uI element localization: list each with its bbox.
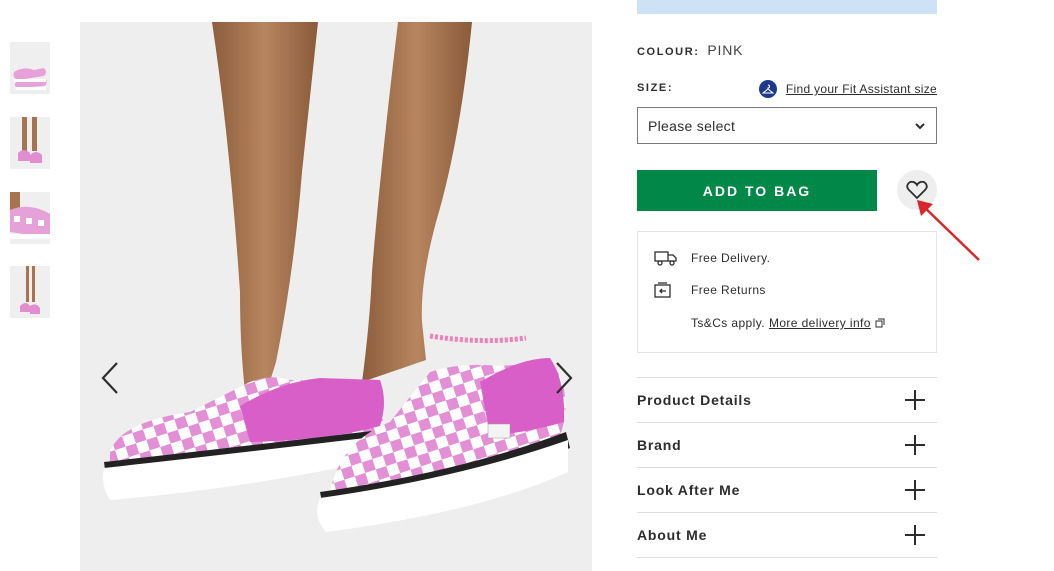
accordion-label: About Me: [637, 527, 708, 543]
product-photo: [80, 22, 592, 571]
accordion-label: Brand: [637, 437, 682, 453]
thumbnail-2[interactable]: [10, 117, 50, 169]
free-delivery-row: Free Delivery.: [654, 250, 770, 266]
previous-image-button[interactable]: [95, 358, 125, 398]
accordion-product-details[interactable]: Product Details: [637, 377, 937, 422]
colour-value: PINK: [707, 42, 744, 58]
add-to-bag-button[interactable]: ADD TO BAG: [637, 170, 877, 211]
product-info-accordion: Product Details Brand Look After Me Abou…: [637, 377, 937, 558]
fit-assistant-link-text[interactable]: Find your Fit Assistant size: [786, 82, 937, 96]
next-image-button[interactable]: [549, 358, 579, 398]
terms-text: Ts&Cs apply.: [691, 316, 765, 330]
plus-icon: [905, 480, 925, 500]
plus-icon: [905, 435, 925, 455]
thumbnail-4[interactable]: [10, 266, 50, 318]
accordion-label: Product Details: [637, 392, 752, 408]
product-main-image: [80, 22, 592, 571]
hanger-icon: [758, 80, 777, 98]
free-returns-text: Free Returns: [691, 283, 766, 297]
size-label: SIZE:: [637, 82, 674, 94]
chevron-down-icon: [915, 122, 925, 129]
free-returns-row: Free Returns: [654, 282, 766, 298]
more-delivery-info-link[interactable]: More delivery info: [769, 316, 871, 330]
accordion-look-after-me[interactable]: Look After Me: [637, 467, 937, 512]
size-select-value: Please select: [648, 117, 736, 134]
free-delivery-text: Free Delivery.: [691, 251, 771, 265]
accordion-about-me[interactable]: About Me: [637, 512, 937, 558]
thumbnail-1[interactable]: [10, 42, 50, 94]
colour-label: COLOUR:: [637, 46, 700, 58]
chevron-left-icon: [101, 362, 118, 394]
size-header: SIZE: Find your Fit Assistant size: [637, 80, 937, 98]
chevron-right-icon: [556, 362, 573, 394]
product-page: COLOUR: PINK SIZE: Find your Fit Assista…: [0, 0, 1054, 571]
size-select[interactable]: Please select: [637, 107, 937, 144]
plus-icon: [905, 525, 925, 545]
thumbnail-3[interactable]: [10, 192, 50, 244]
delivery-info-box: Free Delivery. Free Returns Ts&Cs apply.…: [637, 231, 937, 353]
terms-row: Ts&Cs apply. More delivery info: [691, 316, 885, 330]
promo-banner: [637, 0, 937, 14]
returns-icon: [654, 282, 678, 298]
colour-info: COLOUR: PINK: [637, 42, 743, 58]
truck-icon: [654, 250, 678, 266]
accordion-brand[interactable]: Brand: [637, 422, 937, 467]
accordion-label: Look After Me: [637, 482, 741, 498]
external-link-icon: [875, 318, 885, 328]
plus-icon: [905, 390, 925, 410]
fit-assistant-link[interactable]: Find your Fit Assistant size: [758, 80, 937, 98]
